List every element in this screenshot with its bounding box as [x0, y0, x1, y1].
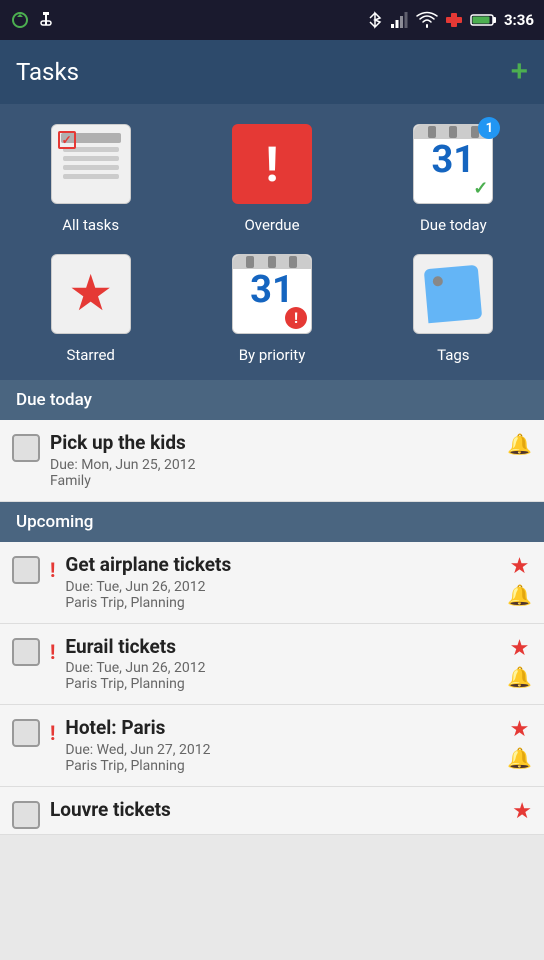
- task-title-4: Hotel: Paris: [65, 717, 497, 740]
- starred-label: Starred: [66, 346, 114, 364]
- task-content-5: Louvre tickets: [50, 799, 502, 822]
- task-checkbox-4[interactable]: [12, 719, 40, 747]
- priority-icon-3: !: [50, 640, 55, 664]
- tag-hole: [433, 276, 444, 287]
- task-checkbox-1[interactable]: [12, 434, 40, 462]
- task-tags-1: Family: [50, 473, 497, 489]
- due-today-icon: 31 1 ✓: [413, 124, 493, 204]
- category-by-priority[interactable]: 31 ! By priority: [189, 250, 354, 364]
- task-actions-5: ★: [512, 799, 532, 824]
- sync-icon: [10, 10, 30, 30]
- tags-icon: [413, 254, 493, 334]
- task-due-1: Due: Mon, Jun 25, 2012: [50, 457, 497, 473]
- bluetooth-icon: [366, 11, 384, 29]
- task-actions-4: ★ 🔔: [507, 717, 532, 770]
- star-icon-3[interactable]: ★: [510, 636, 530, 661]
- by-priority-icon: 31 !: [232, 254, 312, 334]
- task-title-1: Pick up the kids: [50, 432, 497, 455]
- task-item: ! Get airplane tickets Due: Tue, Jun 26,…: [0, 542, 544, 624]
- overdue-icon-wrap: !: [228, 120, 316, 208]
- all-tasks-icon-wrap: [47, 120, 135, 208]
- medical-icon: [444, 11, 464, 29]
- task-title-2: Get airplane tickets: [65, 554, 497, 577]
- tags-icon-wrap: [409, 250, 497, 338]
- status-bar-left-icons: [10, 10, 56, 30]
- starred-icon: ★: [51, 254, 131, 334]
- bell-icon-3[interactable]: 🔔: [507, 665, 532, 689]
- task-content-3: Eurail tickets Due: Tue, Jun 26, 2012 Pa…: [65, 636, 497, 693]
- all-tasks-label: All tasks: [62, 216, 119, 234]
- task-checkbox-5[interactable]: [12, 801, 40, 829]
- by-priority-label: By priority: [239, 346, 306, 364]
- overdue-label: Overdue: [244, 216, 299, 234]
- status-bar: 3:36: [0, 0, 544, 40]
- task-tags-4: Paris Trip, Planning: [65, 758, 497, 774]
- due-today-task-list: Pick up the kids Due: Mon, Jun 25, 2012 …: [0, 420, 544, 502]
- priority-icon-4: !: [50, 721, 55, 745]
- task-actions-3: ★ 🔔: [507, 636, 532, 689]
- upcoming-section-header: Upcoming: [0, 502, 544, 542]
- category-due-today[interactable]: 31 1 ✓ Due today: [371, 120, 536, 234]
- task-content-4: Hotel: Paris Due: Wed, Jun 27, 2012 Pari…: [65, 717, 497, 774]
- bell-icon-4[interactable]: 🔔: [507, 746, 532, 770]
- due-today-icon-wrap: 31 1 ✓: [409, 120, 497, 208]
- bell-icon-2[interactable]: 🔔: [507, 583, 532, 607]
- all-tasks-icon: [51, 124, 131, 204]
- task-tags-2: Paris Trip, Planning: [65, 595, 497, 611]
- task-title-3: Eurail tickets: [65, 636, 497, 659]
- task-checkbox-2[interactable]: [12, 556, 40, 584]
- by-priority-icon-wrap: 31 !: [228, 250, 316, 338]
- overdue-icon: !: [232, 124, 312, 204]
- star-icon-5[interactable]: ★: [512, 799, 532, 824]
- due-today-check-icon: ✓: [473, 178, 488, 199]
- category-grid: All tasks ! Overdue 31 1 ✓ Due today: [0, 104, 544, 380]
- priority-badge: !: [285, 307, 307, 329]
- star-icon-2[interactable]: ★: [510, 554, 530, 579]
- battery-icon: [470, 13, 498, 27]
- task-item: Pick up the kids Due: Mon, Jun 25, 2012 …: [0, 420, 544, 502]
- category-tags[interactable]: Tags: [371, 250, 536, 364]
- star-shape: ★: [68, 269, 113, 319]
- task-item: ! Eurail tickets Due: Tue, Jun 26, 2012 …: [0, 624, 544, 706]
- category-all-tasks[interactable]: All tasks: [8, 120, 173, 234]
- app-header: Tasks +: [0, 40, 544, 104]
- task-due-2: Due: Tue, Jun 26, 2012: [65, 579, 497, 595]
- time-display: 3:36: [504, 11, 534, 29]
- task-tags-3: Paris Trip, Planning: [65, 676, 497, 692]
- priority-icon-2: !: [50, 558, 55, 582]
- task-actions-2: ★ 🔔: [507, 554, 532, 607]
- category-starred[interactable]: ★ Starred: [8, 250, 173, 364]
- due-today-label: Due today: [420, 216, 487, 234]
- starred-icon-wrap: ★: [47, 250, 135, 338]
- task-content-1: Pick up the kids Due: Mon, Jun 25, 2012 …: [50, 432, 497, 489]
- task-content-2: Get airplane tickets Due: Tue, Jun 26, 2…: [65, 554, 497, 611]
- app-title: Tasks: [16, 58, 79, 86]
- bell-icon-1[interactable]: 🔔: [507, 432, 532, 456]
- signal-icon: [390, 11, 410, 29]
- tags-label: Tags: [437, 346, 469, 364]
- tag-shape: [424, 265, 483, 324]
- category-overdue[interactable]: ! Overdue: [189, 120, 354, 234]
- usb-icon: [36, 10, 56, 30]
- task-item: Louvre tickets ★: [0, 787, 544, 835]
- status-bar-right-icons: 3:36: [366, 11, 534, 29]
- star-icon-4[interactable]: ★: [510, 717, 530, 742]
- task-due-4: Due: Wed, Jun 27, 2012: [65, 742, 497, 758]
- task-item: ! Hotel: Paris Due: Wed, Jun 27, 2012 Pa…: [0, 705, 544, 787]
- wifi-icon: [416, 11, 438, 29]
- due-today-badge: 1: [478, 117, 500, 139]
- task-due-3: Due: Tue, Jun 26, 2012: [65, 660, 497, 676]
- task-title-5: Louvre tickets: [50, 799, 502, 822]
- add-task-button[interactable]: +: [510, 57, 528, 87]
- due-today-section-header: Due today: [0, 380, 544, 420]
- upcoming-task-list: ! Get airplane tickets Due: Tue, Jun 26,…: [0, 542, 544, 835]
- task-actions-1: 🔔: [507, 432, 532, 456]
- task-checkbox-3[interactable]: [12, 638, 40, 666]
